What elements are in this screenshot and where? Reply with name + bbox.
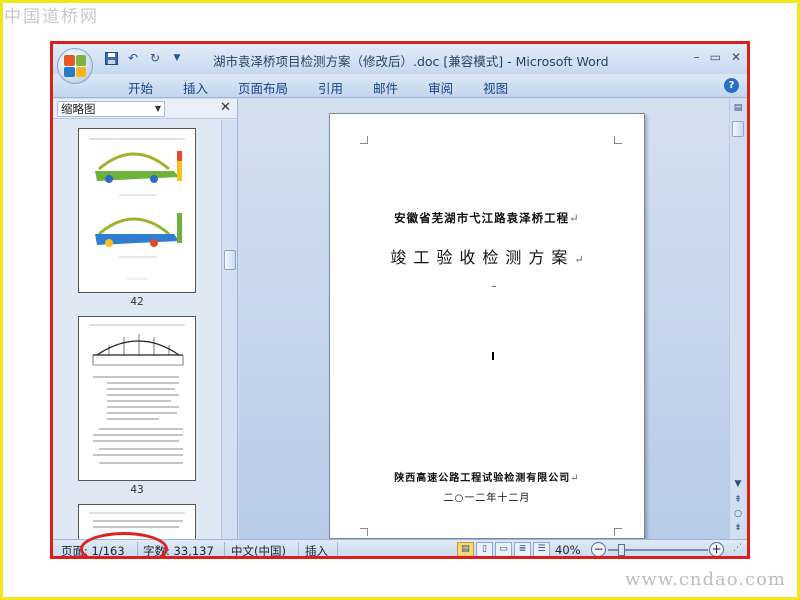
ruler-toggle-icon[interactable]: ▤ [731, 101, 745, 115]
highlight-ellipse [80, 532, 168, 556]
window-controls: – ▭ ✕ [694, 50, 741, 64]
restore-button[interactable]: ▭ [710, 50, 721, 64]
paragraph-mark: ↵ [574, 253, 584, 266]
tab-home[interactable]: 开始 [113, 78, 168, 97]
margin-corner [614, 136, 622, 144]
office-logo-icon [64, 55, 86, 77]
resize-grip-icon[interactable]: ⋰ [733, 543, 742, 553]
pane-view-select[interactable]: 缩略图 ▼ [57, 101, 165, 117]
margin-corner [360, 136, 368, 144]
ribbon-tabs: 开始 插入 页面布局 引用 邮件 审阅 视图 [113, 78, 523, 97]
scroll-down-icon[interactable]: ▼ [731, 477, 745, 491]
page-thumbnail[interactable] [78, 128, 196, 293]
document-page[interactable]: 安徽省芜湖市弋江路袁泽桥工程↵ 竣工验收检测方案↵ 陕西高速公路工程试验检测有限… [329, 113, 645, 539]
thumbnail-page-number: 42 [130, 296, 144, 308]
outline-view-icon[interactable]: ≣ [514, 542, 531, 556]
window-title: 湖市袁泽桥项目检测方案（修改后）.doc [兼容模式] - Microsoft … [213, 54, 609, 69]
organization: 陕西高速公路工程试验检测有限公司↵ [330, 469, 644, 484]
web-layout-icon[interactable]: ▭ [495, 542, 512, 556]
margin-corner [614, 528, 622, 536]
thumbnail-page-number: 43 [130, 484, 144, 496]
divider [337, 542, 338, 556]
language-indicator[interactable]: 中文(中国) [231, 543, 286, 556]
full-screen-reading-icon[interactable]: ▯ [476, 542, 493, 556]
previous-page-icon[interactable]: ⇞ [731, 493, 745, 507]
tab-page-layout[interactable]: 页面布局 [223, 78, 303, 97]
tab-mailings[interactable]: 邮件 [358, 78, 413, 97]
undo-icon[interactable]: ↶ [125, 50, 141, 66]
divider [224, 542, 225, 556]
thumbnail-scrollbar[interactable] [221, 120, 237, 539]
empty-paragraph-mark [492, 286, 496, 287]
close-button[interactable]: ✕ [731, 50, 741, 64]
thumbnail-pane: 缩略图 ▼ ✕ 42 43 [53, 99, 238, 539]
document-area: 安徽省芜湖市弋江路袁泽桥工程↵ 竣工验收检测方案↵ 陕西高速公路工程试验检测有限… [239, 99, 733, 539]
project-title: 安徽省芜湖市弋江路袁泽桥工程↵ [330, 210, 644, 226]
thumbnail-scroll-thumb[interactable] [224, 250, 236, 270]
project-title-text: 安徽省芜湖市弋江路袁泽桥工程 [394, 211, 570, 225]
view-buttons: ▤ ▯ ▭ ≣ ☰ [457, 542, 550, 556]
browse-object-icon[interactable]: ○ [731, 507, 745, 521]
print-layout-view-icon[interactable]: ▤ [457, 542, 474, 556]
thumbnail-list: 42 43 [53, 120, 221, 539]
document-title-text: 竣工验收检测方案 [390, 248, 575, 267]
pane-close-button[interactable]: ✕ [220, 100, 231, 115]
vertical-scroll-thumb[interactable] [732, 121, 744, 137]
document-date: 二○一二年十二月 [443, 493, 531, 504]
tab-insert[interactable]: 插入 [168, 78, 223, 97]
tab-view[interactable]: 视图 [468, 78, 523, 97]
title-bar: ↶ ↻ ▼ 湖市袁泽桥项目检测方案（修改后）.doc [兼容模式] - Micr… [53, 44, 747, 74]
thumbnail-pane-header: 缩略图 ▼ ✕ [53, 99, 237, 119]
paragraph-mark: ↵ [569, 211, 580, 225]
page-thumbnail[interactable] [78, 316, 196, 481]
help-icon[interactable]: ? [724, 78, 739, 93]
zoom-out-icon[interactable]: − [591, 542, 606, 556]
customize-qat-icon[interactable]: ▼ [169, 50, 185, 66]
zoom-slider-knob[interactable] [618, 544, 625, 556]
divider [298, 542, 299, 556]
document-title: 竣工验收检测方案↵ [330, 244, 644, 268]
quick-access-toolbar: ↶ ↻ ▼ [103, 50, 185, 66]
zoom-in-icon[interactable]: + [709, 542, 724, 556]
paragraph-mark: ↵ [570, 473, 580, 484]
watermark-top-left: 中国道桥网 [4, 7, 99, 27]
vertical-scrollbar[interactable]: ▤ ▼ ⇞ ○ ⇟ [729, 99, 745, 539]
minimize-button[interactable]: – [694, 50, 700, 64]
margin-corner [360, 528, 368, 536]
word-window: ↶ ↻ ▼ 湖市袁泽桥项目检测方案（修改后）.doc [兼容模式] - Micr… [50, 41, 750, 559]
dropdown-arrow-icon: ▼ [154, 104, 161, 113]
tab-review[interactable]: 审阅 [413, 78, 468, 97]
zoom-level[interactable]: 40% [555, 543, 581, 556]
draft-view-icon[interactable]: ☰ [533, 542, 550, 556]
pane-view-label: 缩略图 [61, 102, 96, 116]
office-button[interactable] [57, 48, 93, 84]
next-page-icon[interactable]: ⇟ [731, 521, 745, 535]
redo-icon[interactable]: ↻ [147, 50, 163, 66]
text-cursor [492, 352, 494, 360]
save-icon[interactable] [103, 50, 119, 66]
organization-text: 陕西高速公路工程试验检测有限公司 [394, 473, 571, 484]
ribbon: 开始 插入 页面布局 引用 邮件 审阅 视图 ? [53, 74, 747, 98]
insert-mode-indicator[interactable]: 插入 [305, 543, 328, 556]
tab-references[interactable]: 引用 [303, 78, 358, 97]
watermark-bottom-right: www.cndao.com [625, 569, 786, 590]
